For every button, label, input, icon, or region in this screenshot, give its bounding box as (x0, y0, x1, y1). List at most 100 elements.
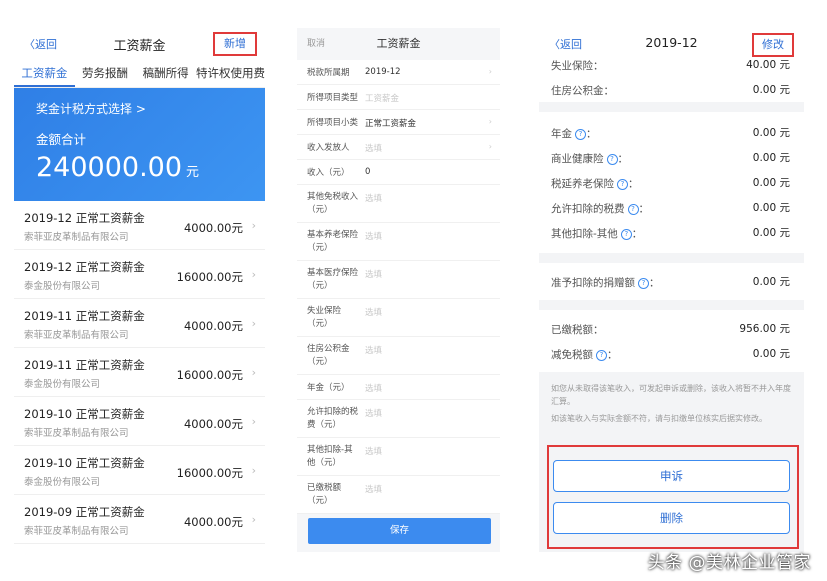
chevron-right-icon: › (251, 415, 256, 428)
field-label: 税款所属期 (307, 68, 350, 78)
detail-label: 允许扣除的税费?： (551, 203, 649, 215)
detail-value: 0.00 元 (752, 348, 790, 360)
chevron-right-icon: › (488, 142, 492, 151)
field-value[interactable]: 工资薪金 (361, 85, 399, 109)
field-value[interactable]: 选填 (361, 400, 382, 437)
field-value[interactable]: 2019-12 (361, 60, 401, 84)
record-item[interactable]: 2019-12 正常工资薪金 索菲亚皮革制品有限公司 4000.00元 › (14, 201, 265, 250)
detail-label: 失业保险： (551, 58, 604, 73)
chevron-right-icon: › (488, 67, 492, 76)
chevron-right-icon: › (251, 464, 256, 477)
form-field[interactable]: 基本养老保险（元） 选填 (297, 223, 500, 261)
detail-row: 准予扣除的捐赠额?： 0.00 元 (539, 269, 804, 294)
detail-label: 住房公积金： (551, 83, 614, 98)
form-field[interactable]: 所得项目类型 工资薪金 (297, 85, 500, 110)
record-item[interactable]: 2019-11 正常工资薪金 泰金股份有限公司 16000.00元 › (14, 348, 265, 397)
appeal-note: 如您从未取得该笔收入，可发起申诉或删除，该收入将暂不并入年度汇算。 (551, 384, 791, 406)
form-field[interactable]: 收入（元） 0 (297, 160, 500, 185)
field-label: 其他扣除-其他（元） (307, 445, 353, 468)
record-item[interactable]: 2019-11 正常工资薪金 索菲亚皮革制品有限公司 4000.00元 › (14, 299, 265, 348)
detail-section: 年金?： 0.00 元商业健康险?： 0.00 元税延养老保险?： 0.00 元允许扣… (539, 112, 804, 253)
record-company: 索菲亚皮革制品有限公司 (24, 526, 129, 537)
bonus-tax-method-link[interactable]: 奖金计税方式选择 > (36, 100, 265, 117)
detail-section: 准予扣除的捐赠额?： 0.00 元 (539, 263, 804, 300)
chevron-right-icon: › (488, 117, 492, 126)
form-field[interactable]: 年金（元） 选填 (297, 375, 500, 400)
form-field[interactable]: 所得项目小类 正常工资薪金 › (297, 110, 500, 135)
help-icon[interactable]: ? (575, 129, 586, 140)
field-label: 失业保险（元） (307, 306, 342, 329)
detail-label-text: 准予扣除的捐赠额 (551, 277, 635, 289)
record-item[interactable]: 2019-10 正常工资薪金 索菲亚皮革制品有限公司 4000.00元 › (14, 397, 265, 446)
field-value[interactable]: 选填 (361, 261, 382, 298)
detail-label: 税延养老保险?： (551, 178, 639, 190)
form-fields: 税款所属期 2019-12 › 所得项目类型 工资薪金 所得项目小类 正常工资薪金 › 收入发放… (297, 60, 500, 514)
total-label: 金额合计 (36, 132, 87, 147)
record-item[interactable]: 2019-09 正常工资薪金 索菲亚皮革制品有限公司 4000.00元 › (14, 495, 265, 544)
record-title: 2019-09 正常工资薪金 (24, 505, 145, 519)
record-title: 2019-11 正常工资薪金 (24, 309, 145, 323)
detail-label-text: 减免税额 (551, 349, 593, 361)
form-field[interactable]: 失业保险（元） 选填 (297, 299, 500, 337)
detail-label: 减免税额?： (551, 349, 618, 361)
chevron-right-icon: › (251, 219, 256, 232)
tab-franchise[interactable]: 特许权使用费 (196, 60, 265, 87)
tab-salary[interactable]: 工资薪金 (14, 60, 75, 87)
save-button[interactable]: 保存 (308, 518, 491, 544)
detail-label: 准予扣除的捐赠额?： (551, 277, 660, 289)
field-value[interactable]: 0 (361, 160, 370, 184)
field-label: 其他免税收入（元） (307, 192, 359, 215)
detail-label-text: 住房公积金： (551, 85, 614, 97)
form-field[interactable]: 其他免税收入（元） 选填 (297, 185, 500, 223)
help-icon[interactable]: ? (627, 204, 639, 215)
detail-value: 0.00 元 (752, 152, 790, 164)
help-icon[interactable]: ? (606, 154, 618, 165)
field-value[interactable]: 选填 (361, 223, 382, 260)
field-value[interactable]: 选填 (361, 299, 382, 336)
record-company: 索菲亚皮革制品有限公司 (24, 330, 129, 341)
record-item[interactable]: 2019-10 正常工资薪金 泰金股份有限公司 16000.00元 › (14, 446, 265, 495)
record-title: 2019-10 正常工资薪金 (24, 407, 145, 421)
record-amount: 4000.00元 (183, 417, 243, 431)
record-item[interactable]: 2019-12 正常工资薪金 泰金股份有限公司 16000.00元 › (14, 250, 265, 299)
watermark: 头条 @美林企业管家 (647, 553, 811, 573)
form-field[interactable]: 基本医疗保险（元） 选填 (297, 261, 500, 299)
form-field[interactable]: 收入发放人 选填 › (297, 135, 500, 160)
field-value[interactable]: 选填 (361, 375, 382, 399)
record-amount: 4000.00元 (183, 319, 243, 333)
form-field[interactable]: 允许扣除的税费（元） 选填 (297, 400, 500, 438)
field-value[interactable]: 选填 (361, 438, 382, 475)
field-value[interactable]: 正常工资薪金 (361, 110, 416, 134)
chevron-right-icon: › (251, 513, 256, 526)
delete-button[interactable]: 删除 (553, 502, 790, 534)
form-field[interactable]: 住房公积金（元） 选填 (297, 337, 500, 375)
form-field[interactable]: 其他扣除-其他（元） 选填 (297, 438, 500, 476)
field-value[interactable]: 选填 (361, 476, 382, 513)
help-icon[interactable]: ? (617, 179, 628, 190)
help-icon[interactable]: ? (620, 229, 632, 240)
field-label: 年金（元） (307, 383, 350, 393)
record-company: 索菲亚皮革制品有限公司 (24, 232, 129, 243)
appeal-button[interactable]: 申诉 (553, 460, 790, 492)
detail-row: 已缴税额： 956.00 元 (539, 316, 804, 341)
detail-row: 年金?： 0.00 元 (539, 120, 804, 145)
record-company: 索菲亚皮革制品有限公司 (24, 428, 129, 439)
add-button[interactable]: 新增 (213, 32, 257, 56)
help-icon[interactable]: ? (596, 350, 607, 361)
form-field[interactable]: 已缴税额（元） 选填 (297, 476, 500, 514)
field-value[interactable]: 选填 (361, 185, 382, 222)
form-field[interactable]: 税款所属期 2019-12 › (297, 60, 500, 85)
record-amount: 16000.00元 (176, 270, 243, 284)
chevron-right-icon: › (251, 317, 256, 330)
help-icon[interactable]: ? (638, 278, 649, 289)
tab-royalty[interactable]: 稿酬所得 (135, 60, 196, 87)
record-amount: 4000.00元 (183, 515, 243, 529)
salary-form-screen: 取消 工资薪金 税款所属期 2019-12 › 所得项目类型 工资薪金 所得项目小类 正常工… (297, 28, 500, 552)
field-value[interactable]: 选填 (361, 135, 382, 159)
detail-label-text: 允许扣除的税费 (551, 203, 625, 215)
tab-labor[interactable]: 劳务报酬 (75, 60, 136, 87)
detail-row: 失业保险： 40.00 元 (539, 52, 804, 77)
detail-section: 失业保险： 40.00 元住房公积金： 0.00 元 (539, 52, 804, 102)
detail-value: 0.00 元 (752, 276, 790, 288)
field-value[interactable]: 选填 (361, 337, 382, 374)
